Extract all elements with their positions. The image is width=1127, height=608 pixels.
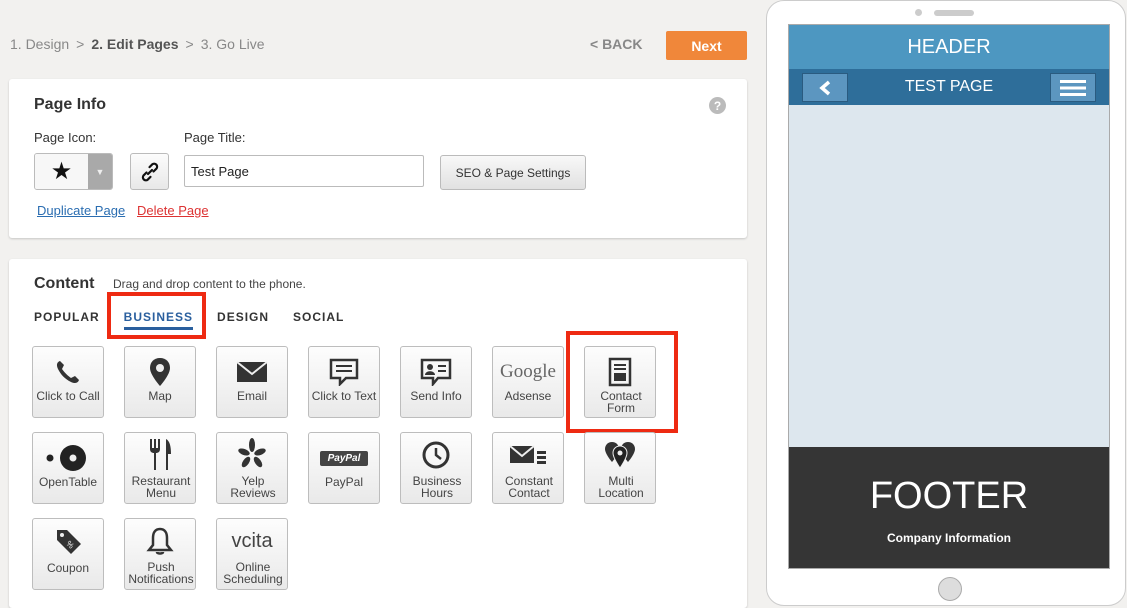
step-separator: >	[185, 36, 194, 52]
phone-icon	[56, 361, 79, 384]
tile-label: Yelp Reviews	[230, 474, 276, 500]
tile-click-to-call[interactable]: Click to Call	[32, 346, 104, 418]
google-logo: Google	[500, 361, 556, 382]
star-icon: ★	[35, 154, 88, 189]
tile-adsense[interactable]: Google Adsense	[492, 346, 564, 418]
highlight-box-business	[107, 292, 206, 339]
tile-coupon[interactable]: % Coupon	[32, 518, 104, 590]
tile-online-scheduling[interactable]: vcita Online Scheduling	[216, 518, 288, 590]
tab-design[interactable]: DESIGN	[217, 310, 269, 330]
phone-page-title: TEST PAGE	[904, 78, 994, 95]
footer-title: FOOTER	[869, 475, 1029, 517]
tile-label: OpenTable	[38, 475, 98, 489]
tile-label: Business Hours	[412, 474, 462, 500]
tile-label: Click to Call	[36, 389, 100, 403]
tile-label: Email	[236, 389, 267, 403]
link-button[interactable]	[130, 153, 169, 190]
tile-click-to-text[interactable]: Click to Text	[308, 346, 380, 418]
step-design[interactable]: 1. Design	[10, 36, 69, 52]
tile-constant-contact[interactable]: Constant Contact	[492, 432, 564, 504]
tile-label: Multi Location	[598, 474, 644, 500]
map-pin-icon	[150, 358, 170, 386]
content-panel: Content Drag and drop content to the pho…	[9, 259, 747, 608]
tile-label: Click to Text	[311, 389, 377, 403]
contact-card-icon	[420, 358, 452, 386]
tab-social[interactable]: SOCIAL	[293, 310, 344, 330]
speech-bubble-icon	[329, 358, 359, 386]
tile-map[interactable]: Map	[124, 346, 196, 418]
phone-header[interactable]: HEADER	[789, 25, 1109, 69]
vcita-logo: vcita	[231, 529, 273, 552]
phone-screen[interactable]: HEADER TEST PAGE FOOTER Company Informat…	[788, 24, 1110, 569]
phone-home-button	[938, 577, 962, 601]
opentable-icon	[46, 445, 86, 471]
step-go-live[interactable]: 3. Go Live	[201, 36, 265, 52]
tile-label: Online Scheduling	[223, 560, 283, 586]
tile-multi-location[interactable]: Multi Location	[584, 432, 656, 504]
hamburger-menu-icon	[1060, 79, 1086, 96]
tile-send-info[interactable]: Send Info	[400, 346, 472, 418]
back-button[interactable]: < BACK	[590, 36, 643, 52]
yelp-icon	[238, 438, 266, 468]
page-title-input[interactable]	[184, 155, 424, 187]
phone-camera	[915, 9, 922, 16]
envelope-icon	[236, 361, 268, 382]
fork-knife-icon	[150, 439, 171, 470]
tab-popular[interactable]: POPULAR	[34, 310, 100, 330]
page-info-title: Page Info	[34, 96, 107, 113]
tile-label: Push Notifications	[128, 560, 194, 586]
step-edit-pages: 2. Edit Pages	[91, 36, 179, 52]
page-info-panel: Page Info ? Page Icon: Page Title: ★ ▼ S…	[9, 79, 747, 238]
help-icon[interactable]: ?	[709, 97, 726, 114]
delete-page-link[interactable]: Delete Page	[137, 203, 209, 218]
bell-icon	[146, 527, 174, 555]
tile-label: Adsense	[504, 389, 552, 403]
tile-label: PayPal	[324, 475, 364, 489]
tile-restaurant-menu[interactable]: Restaurant Menu	[124, 432, 196, 504]
tile-opentable[interactable]: OpenTable	[32, 432, 104, 504]
tile-yelp-reviews[interactable]: Yelp Reviews	[216, 432, 288, 504]
link-icon	[141, 162, 158, 181]
page-title-label: Page Title:	[184, 130, 246, 145]
next-button[interactable]: Next	[666, 31, 747, 60]
duplicate-page-link[interactable]: Duplicate Page	[37, 203, 125, 218]
coupon-tag-icon: %	[57, 530, 81, 554]
tile-label: Constant Contact	[504, 474, 554, 500]
tile-label: Coupon	[46, 561, 90, 575]
content-subtitle: Drag and drop content to the phone.	[113, 277, 306, 291]
clock-icon	[422, 441, 450, 469]
tile-email[interactable]: Email	[216, 346, 288, 418]
tile-label: Send Info	[410, 389, 462, 403]
page-icon-label: Page Icon:	[34, 130, 97, 145]
paypal-logo: PayPal	[319, 450, 369, 466]
highlight-box-contact-form	[566, 331, 678, 433]
step-separator: >	[76, 36, 85, 52]
chevron-left-icon	[819, 80, 831, 95]
phone-preview: HEADER TEST PAGE FOOTER Company Informat…	[766, 0, 1126, 606]
footer-subtitle: Company Information	[886, 531, 1011, 545]
progress-steps: 1. Design >2. Edit Pages >3. Go Live	[10, 36, 265, 52]
mail-stack-icon	[509, 445, 546, 464]
tile-label: Map	[148, 389, 172, 403]
page-icon-select[interactable]: ★ ▼	[34, 153, 113, 190]
phone-back-button[interactable]	[802, 73, 848, 102]
multi-pin-icon	[605, 442, 635, 469]
content-title: Content	[34, 275, 95, 292]
tile-paypal[interactable]: PayPal PayPal	[308, 432, 380, 504]
phone-menu-button[interactable]	[1050, 73, 1096, 102]
seo-settings-button[interactable]: SEO & Page Settings	[440, 155, 586, 190]
tile-label: Restaurant Menu	[131, 474, 191, 500]
phone-footer[interactable]: FOOTER Company Information	[789, 447, 1109, 568]
phone-speaker	[934, 10, 974, 16]
tile-push-notifications[interactable]: Push Notifications	[124, 518, 196, 590]
phone-nav-bar: TEST PAGE	[789, 69, 1109, 105]
tile-business-hours[interactable]: Business Hours	[400, 432, 472, 504]
dropdown-arrow-icon: ▼	[88, 154, 112, 189]
